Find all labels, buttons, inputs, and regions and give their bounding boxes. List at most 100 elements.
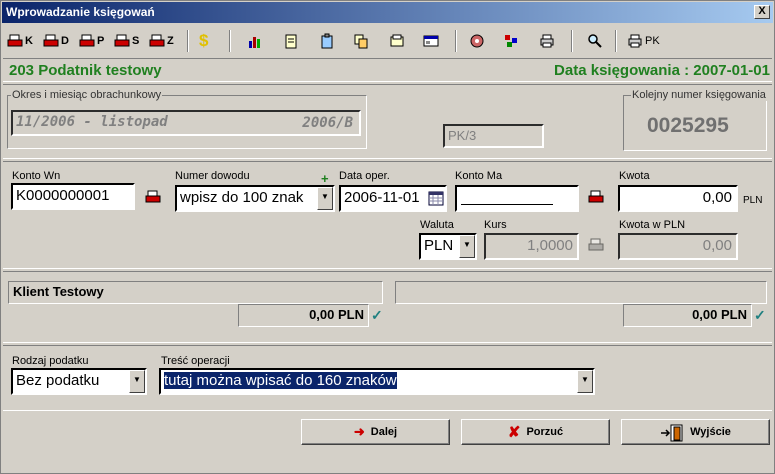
wyjscie-button[interactable]: Wyjście: [621, 419, 770, 445]
kwota-input[interactable]: 0,00: [618, 185, 738, 212]
window-title: Wprowadzanie księgowań: [6, 5, 155, 19]
doc-d-button[interactable]: D: [43, 29, 69, 53]
search-icon: [587, 33, 603, 49]
kurs-lookup-icon: [588, 237, 604, 253]
notepad-icon: [283, 33, 299, 49]
pk-number-field: PK/3: [443, 124, 544, 148]
konto-wn-lookup-icon[interactable]: [145, 189, 161, 205]
chevron-down-icon[interactable]: ▼: [317, 187, 333, 210]
toolbar-separator: [571, 30, 573, 52]
doc-d-label: D: [61, 35, 69, 47]
kurs-input: 1,0000: [484, 233, 579, 260]
search-button[interactable]: [587, 29, 603, 53]
network-icon: [503, 33, 519, 49]
checkmark-icon: ✓: [371, 307, 383, 323]
kwota-pln-input: 0,00: [618, 233, 738, 260]
toolbar-separator: [229, 30, 231, 52]
close-button[interactable]: X: [754, 5, 770, 19]
copy-button[interactable]: [353, 29, 369, 53]
chevron-down-icon[interactable]: ▼: [129, 370, 145, 393]
title-bar: Wprowadzanie księgowań X: [2, 2, 773, 23]
notes-button[interactable]: [283, 29, 299, 53]
globe-button[interactable]: [469, 29, 485, 53]
globe-icon: [469, 33, 485, 49]
client-right-amount: 0,00 PLN: [623, 304, 752, 327]
copy-icon: [353, 33, 369, 49]
checkmark-icon: ✓: [754, 307, 766, 323]
print-icon: [7, 33, 23, 49]
data-oper-label: Data oper.: [339, 170, 390, 182]
numer-dowodu-label: Numer dowodu: [175, 170, 250, 182]
dalej-label: Dalej: [370, 426, 398, 438]
kwota-pln-label: Kwota w PLN: [619, 219, 686, 231]
chevron-down-icon[interactable]: ▼: [577, 370, 593, 393]
currency-button[interactable]: $: [199, 29, 215, 53]
cancel-icon: ✘: [507, 424, 521, 441]
doc-p-label: P: [97, 35, 105, 47]
calendar-icon[interactable]: [428, 190, 444, 206]
doc-s-button[interactable]: S: [114, 29, 139, 53]
period-code: 2006/B: [302, 115, 353, 131]
clipboard-icon: [319, 33, 335, 49]
doc-p-button[interactable]: P: [79, 29, 104, 53]
printer-icon: [539, 33, 555, 49]
waluta-value: PLN: [424, 237, 454, 254]
pk-label: PK: [645, 35, 660, 47]
bar-chart-icon: [247, 33, 263, 49]
printer-button[interactable]: [539, 29, 555, 53]
doc-z-label: Z: [167, 35, 174, 47]
doc-k-label: K: [25, 35, 33, 47]
doc-k-button[interactable]: K: [7, 29, 33, 53]
client-right-name: [395, 281, 767, 304]
exit-door-icon: [660, 424, 684, 442]
tresc-label: Treść operacji: [161, 355, 230, 367]
chevron-down-icon[interactable]: ▼: [459, 235, 475, 258]
printer-icon: [627, 33, 643, 49]
arrow-right-icon: ➜: [353, 424, 365, 439]
document-icon: [389, 33, 405, 49]
dalej-button[interactable]: ➜ Dalej: [301, 419, 450, 445]
period-label: Okres i miesiąc obrachunkowy: [11, 89, 163, 101]
porzuc-button[interactable]: ✘ Porzuć: [461, 419, 610, 445]
booking-window: Wprowadzanie księgowań X K D P S Z $ PK …: [0, 0, 775, 474]
document-button[interactable]: [389, 29, 405, 53]
pk-print-button[interactable]: PK: [627, 29, 660, 53]
print-icon: [43, 33, 59, 49]
taxpayer-name: 203 Podatnik testowy: [9, 62, 162, 79]
waluta-label: Waluta: [420, 219, 454, 231]
add-document-icon[interactable]: +: [321, 171, 329, 186]
data-oper-input[interactable]: 2006-11-01: [339, 185, 447, 212]
client-left-amount: 0,00 PLN: [238, 304, 369, 327]
rodzaj-podatku-value: Bez podatku: [16, 372, 100, 389]
booking-date: Data księgowania : 2007-01-01: [554, 62, 770, 79]
kurs-label: Kurs: [484, 219, 507, 231]
doc-z-button[interactable]: Z: [149, 29, 174, 53]
konto-wn-input[interactable]: K0000000001: [11, 183, 135, 210]
rodzaj-podatku-select[interactable]: Bez podatku ▼: [11, 368, 147, 395]
chart-button[interactable]: [247, 29, 263, 53]
period-field: 11/2006 - listopad 2006/B: [11, 110, 361, 136]
numer-dowodu-select[interactable]: wpisz do 100 znak ▼: [175, 185, 335, 212]
wyjscie-label: Wyjście: [690, 426, 731, 438]
clipboard-button[interactable]: [319, 29, 335, 53]
toolbar: K D P S Z $ PK: [3, 27, 772, 55]
kwota-currency: PLN: [743, 195, 763, 206]
sequence-label: Kolejny numer księgowania: [631, 89, 767, 101]
konto-ma-lookup-icon[interactable]: [588, 189, 604, 205]
numer-dowodu-value: wpisz do 100 znak: [180, 189, 304, 206]
card-button[interactable]: [423, 29, 439, 53]
toolbar-separator: [187, 30, 189, 52]
dollar-icon: $: [199, 31, 209, 50]
tresc-value: tutaj można wpisać do 160 znaków: [164, 372, 397, 389]
print-icon: [114, 33, 130, 49]
data-oper-value: 2006-11-01: [344, 189, 420, 206]
print-icon: [149, 33, 165, 49]
print-icon: [79, 33, 95, 49]
waluta-select[interactable]: PLN ▼: [419, 233, 477, 260]
rodzaj-podatku-label: Rodzaj podatku: [12, 355, 89, 367]
period-value: 11/2006 - listopad: [16, 114, 168, 130]
doc-s-label: S: [132, 35, 140, 47]
konto-ma-input[interactable]: [455, 185, 579, 212]
tresc-select[interactable]: tutaj można wpisać do 160 znaków ▼: [159, 368, 595, 395]
network-button[interactable]: [503, 29, 519, 53]
